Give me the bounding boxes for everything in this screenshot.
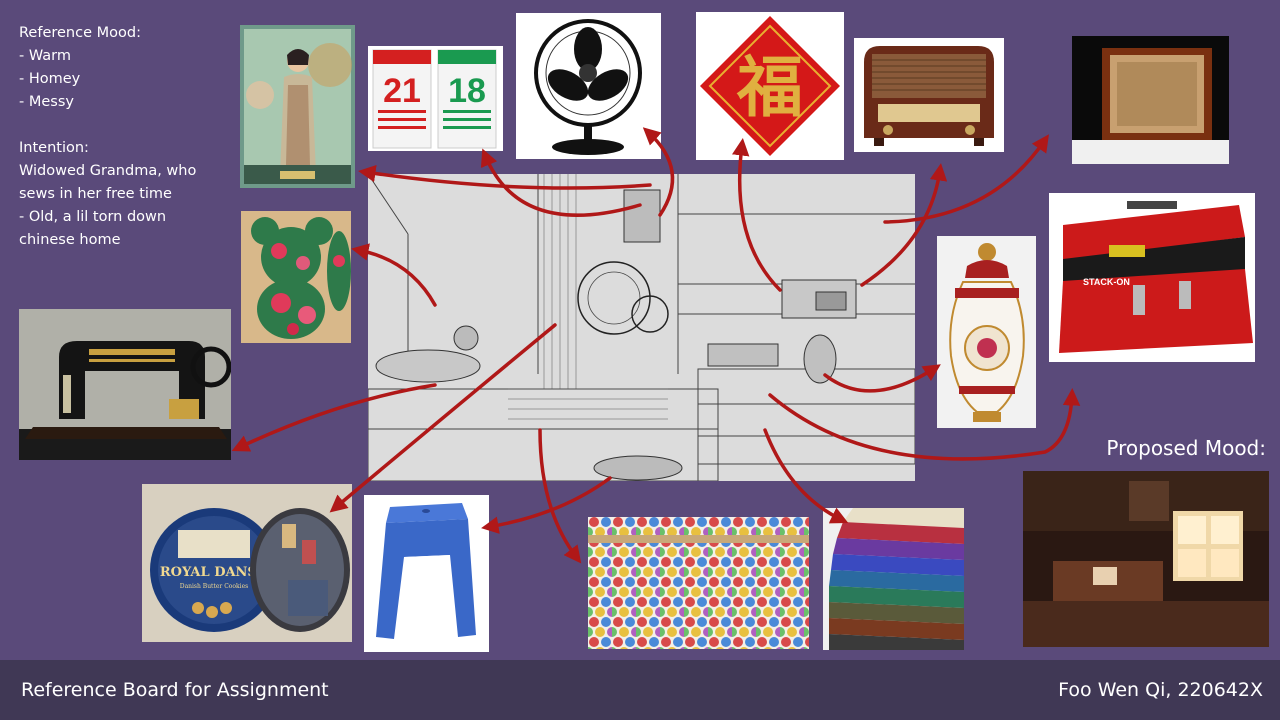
calendar-day-right: 18 [448,72,486,110]
calendar-day-left: 21 [383,72,421,110]
cookie-tin-subtitle: Danish Butter Cookies [180,583,248,590]
vintage-poster-image [240,25,355,188]
board-title: Reference Board for Assignment [21,679,329,701]
toolbox-brand-label: STACK-ON [1083,277,1130,287]
footer-band: Reference Board for Assignment Foo Wen Q… [0,660,1280,720]
proposed-mood-kitchen-photo [1023,471,1269,647]
intention-line: chinese home [19,232,121,248]
mood-item: - Warm [19,48,71,64]
picture-frame-image [1072,36,1229,164]
vintage-radio-image [854,38,1004,152]
author-credit: Foo Wen Qi, 220642X [1058,679,1263,701]
blue-plastic-stool-image [364,495,489,652]
electric-fan-image [516,13,661,159]
intention-heading: Intention: [19,140,89,156]
mood-item: - Homey [19,71,81,87]
room-wireframe-render [368,174,915,481]
floral-teddy-bear-image [241,211,351,343]
intention-line: - Old, a lil torn down [19,209,167,225]
hexagon-patchwork-quilt-image [588,517,809,649]
reference-mood-heading: Reference Mood: [19,25,141,41]
mood-item: - Messy [19,94,74,110]
red-toolbox-image: STACK-ON [1049,193,1255,362]
reference-board-slide: Reference Mood: - Warm - Homey - Messy I… [0,0,1280,720]
intention-line: Widowed Grandma, who [19,163,197,179]
tear-off-calendars-image: 21 18 [368,46,503,151]
folded-fabric-stack-image [823,508,964,650]
intention-line: sews in her free time [19,186,172,202]
notes-text-block: Reference Mood: - Warm - Homey - Messy I… [19,22,234,252]
sewing-machine-image [19,309,231,460]
fu-character-glyph: 福 [736,49,803,126]
fu-character-decoration-image: 福 [696,12,844,160]
cookie-tin-sewing-kit-image: ROYAL DANSK Danish Butter Cookies [142,484,352,642]
proposed-mood-label: Proposed Mood: [1106,436,1266,460]
porcelain-ginger-jar-image [937,236,1036,428]
